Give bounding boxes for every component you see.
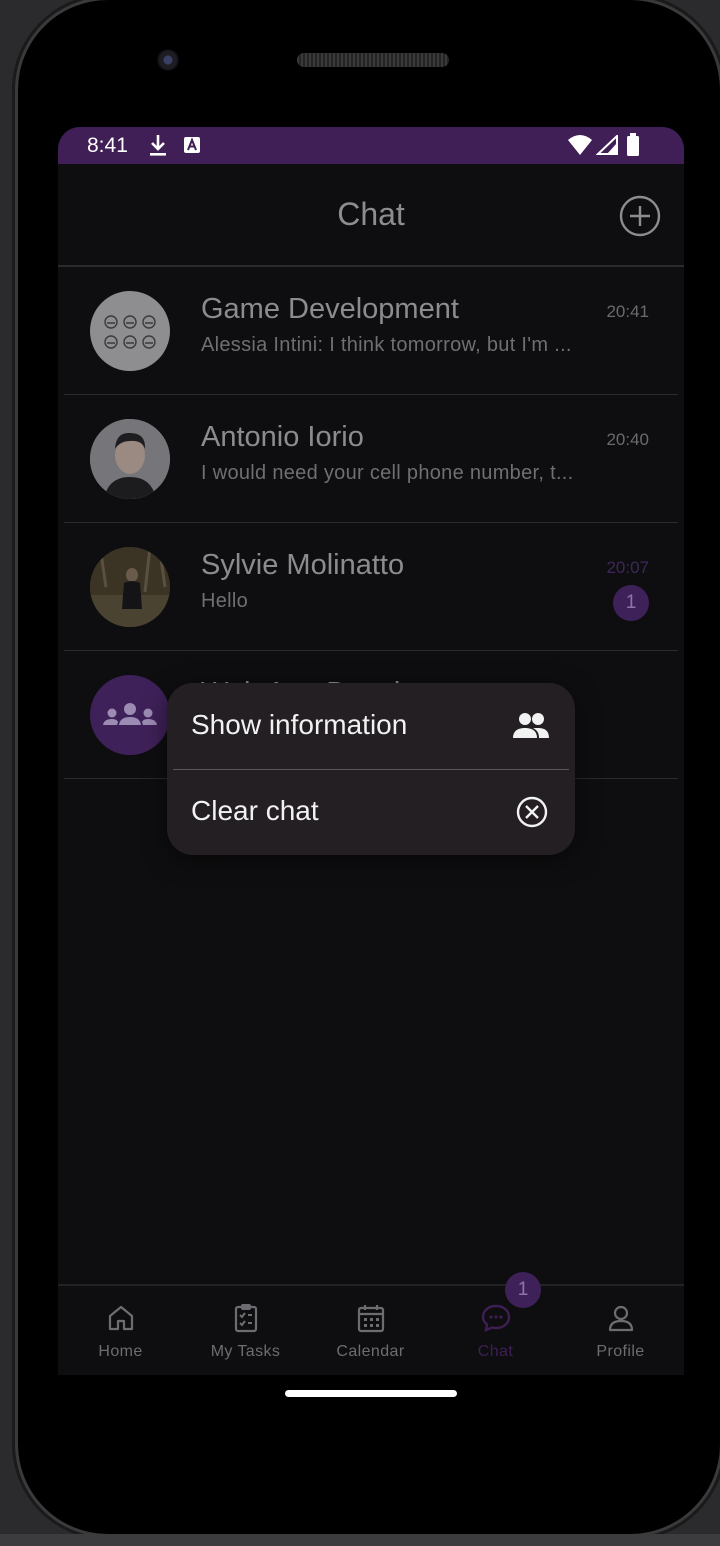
add-chat-button[interactable]	[619, 195, 661, 237]
earpiece-speaker	[297, 53, 449, 67]
clear-chat-menu-item[interactable]: Clear chat	[167, 769, 575, 855]
chat-time: 20:40	[606, 430, 649, 449]
group-faces-avatar	[90, 291, 170, 371]
home-icon	[108, 1305, 134, 1331]
contact-photo-avatar	[90, 419, 170, 499]
chat-context-menu: Show information Clear chat	[167, 683, 575, 855]
menu-item-label: Show information	[191, 709, 408, 740]
chat-time: 20:07	[606, 558, 649, 577]
nav-item-chat[interactable]: Chat	[433, 1286, 558, 1375]
battery-icon	[627, 133, 639, 156]
chat-time: 20:41	[606, 302, 649, 321]
group-avatar	[90, 675, 170, 755]
profile-icon	[608, 1305, 634, 1332]
people-icon	[513, 713, 549, 738]
page-title: Chat	[337, 196, 405, 232]
contact-photo-avatar	[90, 547, 170, 627]
nav-item-profile[interactable]: Profile	[558, 1286, 683, 1375]
chat-row-sylvie-molinatto[interactable]: Sylvie Molinatto Hello 20:07 1	[64, 523, 678, 651]
keyboard-a-icon	[184, 137, 200, 153]
show-information-menu-item[interactable]: Show information	[167, 683, 575, 769]
signal-icon	[596, 135, 618, 155]
close-circle-icon	[516, 796, 548, 828]
chat-bubble-icon	[481, 1304, 511, 1332]
chat-preview: Hello	[201, 590, 249, 612]
nav-item-home[interactable]: Home	[58, 1286, 183, 1375]
status-bar: 8:41	[58, 127, 684, 164]
chat-name: Antonio Iorio	[201, 421, 364, 453]
nav-item-calendar[interactable]: Calendar	[308, 1286, 433, 1375]
chat-preview: I would need your cell phone number, t..…	[201, 462, 574, 484]
front-camera	[157, 49, 179, 71]
download-icon	[150, 135, 166, 156]
unread-badge: 1	[613, 585, 649, 621]
nav-label: Home	[98, 1343, 143, 1360]
chat-name: Sylvie Molinatto	[201, 549, 405, 581]
desktop-edge	[0, 1534, 720, 1546]
chat-row-antonio-iorio[interactable]: Antonio Iorio I would need your cell pho…	[64, 395, 678, 523]
nav-item-my-tasks[interactable]: My Tasks	[183, 1286, 308, 1375]
menu-item-label: Clear chat	[191, 795, 319, 826]
calendar-icon	[357, 1305, 385, 1333]
wifi-icon	[568, 135, 592, 155]
home-indicator[interactable]	[285, 1390, 457, 1397]
chat-row-game-development[interactable]: Game Development Alessia Intini: I think…	[64, 267, 678, 395]
nav-label: Chat	[477, 1343, 514, 1360]
nav-label: My Tasks	[210, 1343, 281, 1360]
nav-label: Calendar	[336, 1343, 405, 1360]
nav-label: Profile	[596, 1343, 645, 1360]
chat-name: Game Development	[201, 293, 459, 325]
tasks-clipboard-icon	[234, 1304, 258, 1333]
app-bar: Chat	[58, 164, 684, 267]
chat-preview: Alessia Intini: I think tomorrow, but I'…	[201, 334, 572, 356]
bottom-navigation: Home My Tasks Calendar Chat Profile 1	[58, 1272, 684, 1375]
status-time: 8:41	[87, 134, 128, 157]
chat-nav-badge: 1	[505, 1272, 541, 1308]
